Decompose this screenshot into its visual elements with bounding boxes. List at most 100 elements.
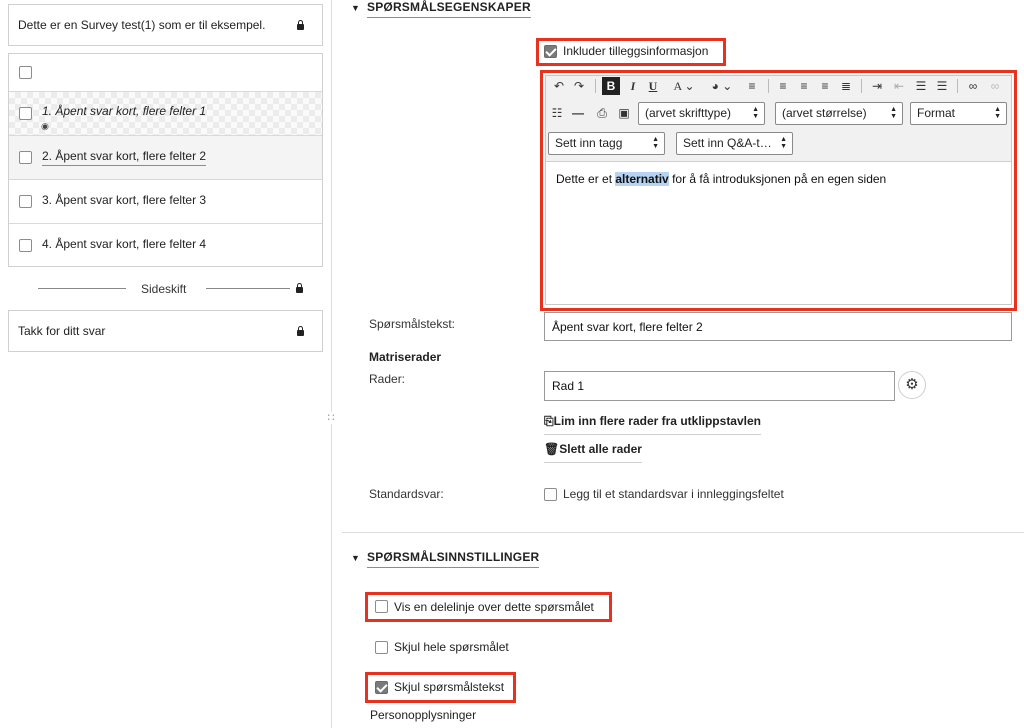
spinner-icon: ▲ ▼ <box>994 106 1001 120</box>
indent-icon[interactable]: ⇥ <box>870 77 884 95</box>
rich-text-editor: ↶ ↷ B I U A ⌄ ◕ ⌄ ≡ ≡ ≡ ≡ ≣ ⇥ ⇤ ☰ ☰ ∞ ∞ … <box>545 75 1012 305</box>
gear-icon[interactable]: ⚙ <box>898 371 926 399</box>
page-break-line-right <box>206 288 290 289</box>
editor-content[interactable]: Dette er et alternativ for å få introduk… <box>556 172 886 186</box>
question-text-input[interactable]: Åpent svar kort, flere felter 2 <box>544 312 1012 341</box>
properties-section-title: SPØRSMÅLSEGENSKAPER <box>367 0 531 18</box>
clear-format-icon[interactable]: ≡ <box>743 77 761 95</box>
lock-icon <box>297 20 304 30</box>
question-label: 4. Åpent svar kort, flere felter 4 <box>42 237 207 251</box>
collapse-triangle-icon: ▼ <box>351 553 361 563</box>
insert-qa-select[interactable]: Sett inn Q&A-t… ▲ ▼ <box>676 132 793 155</box>
question-label: 1. Åpent svar kort, flere felter 1 <box>42 104 207 118</box>
align-left-icon[interactable]: ≡ <box>776 77 790 95</box>
hide-text-checkbox[interactable] <box>375 681 388 694</box>
redo-icon[interactable]: ↷ <box>571 77 587 95</box>
include-extra-checkbox[interactable] <box>544 45 557 58</box>
hide-question-checkbox[interactable] <box>375 641 388 654</box>
editor-text-after: for å få introduksjonen på en egen siden <box>668 172 887 186</box>
spinner-icon: ▲ ▼ <box>752 106 759 120</box>
separator-label: Vis en delelinje over dette spørsmålet <box>394 600 594 614</box>
paste-rows-text: Lim inn flere rader fra utklippstavlen <box>553 414 761 428</box>
table-icon[interactable]: ☷ <box>550 104 564 122</box>
default-answer-label: Standardsvar: <box>369 487 444 501</box>
settings-section-title: SPØRSMÅLSINNSTILLINGER <box>367 550 540 568</box>
bullet-list-icon[interactable]: ☰ <box>935 77 949 95</box>
settings-section-header[interactable]: ▼ SPØRSMÅLSINNSTILLINGER <box>351 550 540 568</box>
insert-qa-value: Sett inn Q&A-t… <box>683 136 772 150</box>
unlink-icon[interactable]: ∞ <box>987 77 1003 95</box>
intro-text: Dette er en Survey test(1) som er til ek… <box>18 18 266 32</box>
question-checkbox[interactable] <box>19 107 32 120</box>
hidden-eye-icon: ◉ <box>41 121 49 131</box>
question-row-1[interactable]: 1. Åpent svar kort, flere felter 1 ◉ <box>9 91 322 135</box>
font-size-value: (arvet størrelse) <box>782 106 867 120</box>
undo-icon[interactable]: ↶ <box>551 77 567 95</box>
font-family-select[interactable]: (arvet skrifttype) ▲ ▼ <box>638 102 765 125</box>
collapse-triangle-icon: ▼ <box>351 3 361 13</box>
question-checkbox[interactable] <box>19 239 32 252</box>
hide-text-label: Skjul spørsmålstekst <box>394 680 505 694</box>
thanks-text: Takk for ditt svar <box>18 324 106 338</box>
italic-icon[interactable]: I <box>626 77 640 95</box>
insert-tag-value: Sett inn tagg <box>555 136 623 150</box>
link-icon[interactable]: ∞ <box>965 77 981 95</box>
row-input[interactable]: Rad 1 <box>544 371 895 401</box>
matrix-heading: Matriserader <box>369 350 442 364</box>
default-answer-option: Legg til et standardsvar i innleggingsfe… <box>563 487 784 501</box>
thanks-card[interactable]: Takk for ditt svar <box>8 310 323 352</box>
editor-selected-word: alternativ <box>615 172 669 186</box>
spinner-icon: ▲ ▼ <box>780 136 787 150</box>
background-color-icon[interactable]: ◕ ⌄ <box>707 77 737 95</box>
resize-grip-icon[interactable]: ∷ <box>325 412 337 424</box>
outdent-icon[interactable]: ⇤ <box>892 77 906 95</box>
question-row-2[interactable]: 2. Åpent svar kort, flere felter 2 <box>9 135 322 179</box>
properties-section-header[interactable]: ▼ SPØRSMÅLSEGENSKAPER <box>351 0 531 18</box>
question-row-3[interactable]: 3. Åpent svar kort, flere felter 3 <box>9 179 322 223</box>
personal-info-label: Personopplysninger <box>370 708 477 722</box>
question-label: 3. Åpent svar kort, flere felter 3 <box>42 193 207 207</box>
page-break-line-left <box>38 288 126 289</box>
section-divider <box>342 532 1024 533</box>
source-icon[interactable]: ⎙ <box>595 104 609 122</box>
font-size-select[interactable]: (arvet størrelse) ▲ ▼ <box>775 102 903 125</box>
delete-rows-text: Slett alle rader <box>559 442 642 456</box>
trash-icon: 🗑 <box>544 442 560 456</box>
format-value: Format <box>917 106 956 120</box>
select-all-checkbox[interactable] <box>19 66 32 79</box>
align-right-icon[interactable]: ≡ <box>818 77 832 95</box>
panel-divider <box>331 0 332 728</box>
include-extra-label: Inkluder tilleggsinformasjon <box>563 44 709 58</box>
horizontal-rule-icon[interactable]: — <box>571 104 585 122</box>
question-row-4[interactable]: 4. Åpent svar kort, flere felter 4 <box>9 223 322 267</box>
format-select[interactable]: Format ▲ ▼ <box>910 102 1007 125</box>
select-all-row <box>9 54 322 91</box>
text-color-icon[interactable]: A ⌄ <box>669 77 699 95</box>
default-answer-checkbox[interactable] <box>544 488 557 501</box>
editor-toolbar: ↶ ↷ B I U A ⌄ ◕ ⌄ ≡ ≡ ≡ ≡ ≣ ⇥ ⇤ ☰ ☰ ∞ ∞ … <box>546 76 1011 162</box>
question-list-panel: Dette er en Survey test(1) som er til ek… <box>0 0 331 728</box>
rows-label: Rader: <box>369 372 406 386</box>
underline-icon[interactable]: U <box>645 77 661 95</box>
insert-tag-select[interactable]: Sett inn tagg ▲ ▼ <box>548 132 665 155</box>
hide-question-label: Skjul hele spørsmålet <box>394 640 509 654</box>
row-value: Rad 1 <box>552 379 585 393</box>
align-justify-icon[interactable]: ≣ <box>839 77 853 95</box>
paste-rows-link[interactable]: ⎘Lim inn flere rader fra utklippstavlen <box>544 414 761 435</box>
lock-icon <box>297 326 304 336</box>
delete-rows-link[interactable]: 🗑Slett alle rader <box>544 442 642 463</box>
bold-icon[interactable]: B <box>602 77 620 95</box>
question-text-label: Spørsmålstekst: <box>369 317 456 331</box>
separator-checkbox[interactable] <box>375 600 388 613</box>
lock-icon <box>296 283 303 293</box>
question-checkbox[interactable] <box>19 151 32 164</box>
page-break-label: Sideskift <box>141 282 187 296</box>
align-center-icon[interactable]: ≡ <box>797 77 811 95</box>
ordered-list-icon[interactable]: ☰ <box>914 77 928 95</box>
question-checkbox[interactable] <box>19 195 32 208</box>
question-text-value: Åpent svar kort, flere felter 2 <box>552 319 703 334</box>
editor-text-before: Dette er et <box>556 172 616 186</box>
intro-card[interactable]: Dette er en Survey test(1) som er til ek… <box>8 4 323 46</box>
image-icon[interactable]: ▣ <box>616 104 632 122</box>
question-label: 2. Åpent svar kort, flere felter 2 <box>42 149 207 166</box>
